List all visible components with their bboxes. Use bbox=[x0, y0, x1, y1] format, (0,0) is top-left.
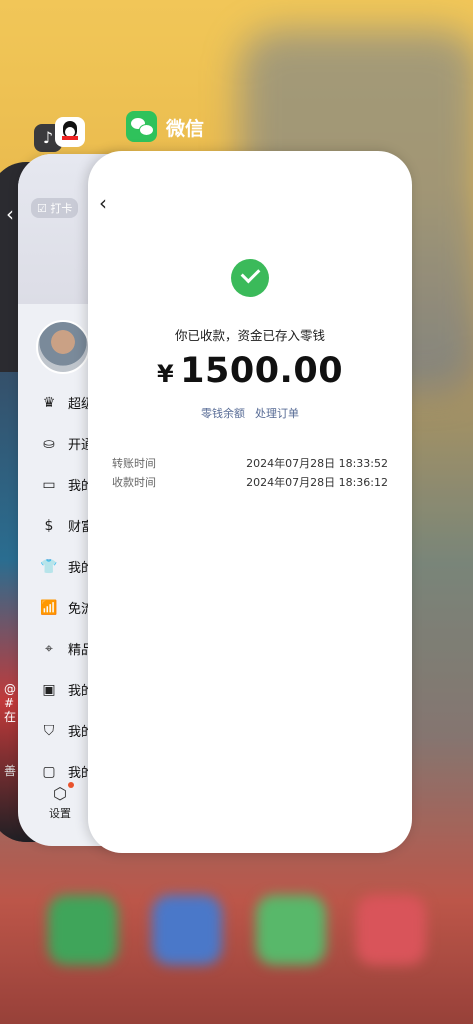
settings-hexagon-icon: ⬡ bbox=[40, 782, 80, 803]
receive-time-label: 收款时间 bbox=[112, 476, 156, 489]
dock-app-icon bbox=[48, 895, 118, 965]
action-links: 零钱余额 处理订单 bbox=[88, 405, 412, 421]
checkin-label: 打卡 bbox=[50, 202, 73, 215]
caption-line: # bbox=[4, 696, 15, 710]
wechat-app-card[interactable]: ‹ 你已收款，资金已存入零钱 ¥1500.00 零钱余额 处理订单 转账时间 20… bbox=[88, 151, 412, 853]
back-arrow-icon: ‹ bbox=[6, 202, 14, 226]
app-title: 微信 bbox=[166, 118, 205, 140]
location-pin-icon: ⌖ bbox=[45, 640, 53, 657]
search-bar-text: 善 bbox=[4, 764, 17, 778]
video-caption: @ # 在 bbox=[4, 682, 16, 724]
wallet-icon: ▭ bbox=[42, 476, 56, 493]
caption-line: @ bbox=[4, 682, 16, 696]
vip-crown-icon: ♛ bbox=[42, 394, 56, 411]
qq-penguin-icon bbox=[55, 117, 85, 147]
dock-app-icon bbox=[152, 895, 222, 965]
photo-album-icon: ▣ bbox=[42, 681, 56, 698]
wifi-signal-icon: 📶 bbox=[40, 599, 58, 616]
notification-dot bbox=[68, 782, 74, 788]
transfer-time-value: 2024年07月28日 18:33:52 bbox=[246, 457, 388, 470]
caption-line: 在 bbox=[4, 710, 17, 724]
dock-app-icon bbox=[356, 895, 426, 965]
open-service-icon: ⛀ bbox=[43, 435, 55, 452]
avatar[interactable] bbox=[36, 320, 90, 374]
folder-icon: ▢ bbox=[42, 763, 56, 780]
settings-button[interactable]: ⬡ 设置 bbox=[40, 782, 80, 821]
settings-label: 设置 bbox=[49, 807, 71, 820]
back-chevron-icon[interactable]: ‹ bbox=[99, 191, 107, 215]
shirt-icon: 👕 bbox=[40, 558, 58, 575]
transfer-time-label: 转账时间 bbox=[112, 457, 156, 470]
order-link[interactable]: 处理订单 bbox=[255, 407, 299, 420]
wechat-icon bbox=[126, 111, 157, 142]
money-bag-icon: $ bbox=[44, 517, 54, 534]
receive-time-row: 收款时间 2024年07月28日 18:36:12 bbox=[112, 474, 388, 490]
success-check-icon bbox=[231, 259, 269, 297]
transfer-time-row: 转账时间 2024年07月28日 18:33:52 bbox=[112, 455, 388, 471]
amount-value: 1500.00 bbox=[180, 351, 344, 391]
receive-time-value: 2024年07月28日 18:36:12 bbox=[246, 476, 388, 489]
balance-link[interactable]: 零钱余额 bbox=[201, 407, 245, 420]
bookmark-icon: ⛉ bbox=[43, 722, 55, 739]
checkin-badge[interactable]: ☑ 打卡 bbox=[31, 198, 79, 218]
amount-display: ¥1500.00 bbox=[88, 351, 412, 391]
currency-symbol: ¥ bbox=[156, 360, 175, 388]
status-message: 你已收款，资金已存入零钱 bbox=[174, 328, 325, 343]
dock-app-icon bbox=[256, 895, 326, 965]
